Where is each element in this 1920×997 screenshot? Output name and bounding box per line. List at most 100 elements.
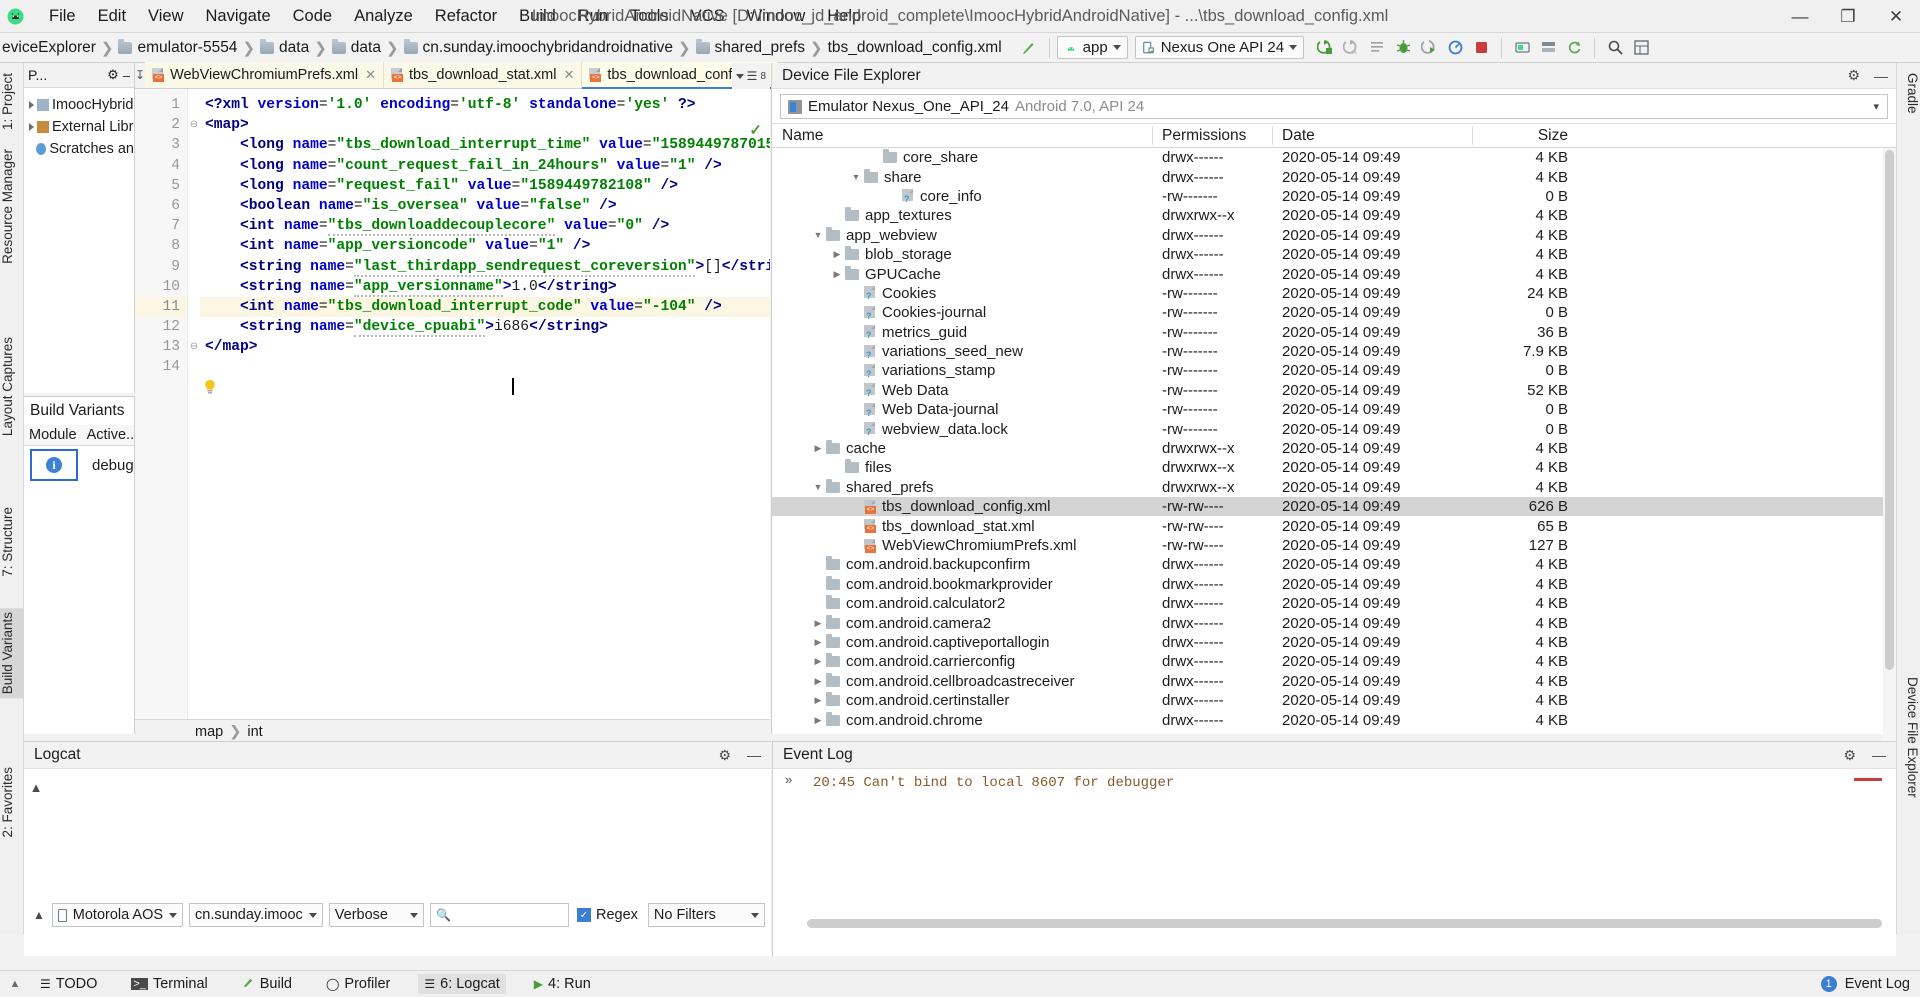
chevron-right-icon[interactable] [829, 249, 845, 260]
project-item-scratches[interactable]: Scratches an [24, 138, 134, 160]
file-row[interactable]: com.android.certinstaller drwx------ 2020-… [772, 691, 1896, 710]
file-row[interactable]: ? core_info -rw------- 2020-05-14 09:49 0 B [772, 187, 1896, 206]
sidebar-item-layout-captures[interactable]: Layout Captures [0, 333, 24, 440]
tab-list-icon[interactable]: ↧ [135, 62, 145, 88]
chevron-down-icon[interactable] [810, 482, 826, 492]
breadcrumb-file[interactable]: tbs_download_config.xml [828, 39, 1002, 57]
logcat-device-selector[interactable]: Motorola AOS [51, 903, 184, 927]
gear-icon[interactable]: ⚙ [1847, 67, 1860, 84]
status-item-todo[interactable]: ☰ TODO [34, 974, 103, 994]
column-header-date[interactable]: Date [1272, 123, 1472, 148]
chevron-right-icon[interactable] [829, 269, 845, 280]
tab-webviewchromiumprefs[interactable]: <> WebViewChromiumPrefs.xml ✕ [145, 62, 384, 88]
expand-icon[interactable]: » [785, 772, 792, 787]
breadcrumb-map[interactable]: map [195, 724, 223, 740]
file-row[interactable]: com.android.camera2 drwx------ 2020-05-14 … [772, 613, 1896, 632]
file-row[interactable]: share drwx------ 2020-05-14 09:49 4 KB [772, 167, 1896, 186]
file-row[interactable]: <> tbs_download_config.xml -rw-rw---- 2020-… [772, 497, 1896, 517]
status-item-build[interactable]: Build [236, 974, 298, 995]
file-row[interactable]: com.android.chrome drwx------ 2020-05-14 0… [772, 710, 1896, 729]
run-with-coverage-icon[interactable]: A [1338, 35, 1364, 61]
build-variant-row[interactable]: i debug [24, 446, 134, 484]
fold-toggle-icon[interactable]: ⊖ [188, 115, 200, 135]
scrollbar-thumb[interactable] [1885, 150, 1894, 670]
close-icon[interactable]: ✕ [365, 67, 376, 83]
fold-toggle-icon[interactable]: ⊖ [188, 337, 200, 357]
status-item-run[interactable]: ▶ 4: Run [528, 974, 597, 994]
file-row[interactable]: core_share drwx------ 2020-05-14 09:49 4 KB [772, 148, 1896, 167]
gear-icon[interactable]: ⚙ [718, 747, 731, 764]
event-log-scrollbar[interactable] [807, 919, 1882, 928]
profiler-icon[interactable] [1442, 35, 1468, 61]
logcat-level-selector[interactable]: Verbose [328, 903, 425, 927]
chevron-down-icon[interactable]: ▾ [1873, 100, 1879, 113]
file-row[interactable]: ? metrics_guid -rw------- 2020-05-14 09:49 3… [772, 323, 1896, 342]
file-row[interactable]: com.android.carrierconfig drwx------ 2020-… [772, 652, 1896, 671]
column-header-permissions[interactable]: Permissions [1152, 123, 1272, 148]
file-row[interactable]: GPUCache drwx------ 2020-05-14 09:49 4 KB [772, 264, 1896, 283]
file-row[interactable]: com.android.calculator2 drwx------ 2020-05… [772, 594, 1896, 613]
file-row[interactable]: app_textures drwxrwx--x 2020-05-14 09:49 4 … [772, 206, 1896, 225]
chevron-right-icon[interactable] [810, 618, 826, 629]
breadcrumb-data-1[interactable]: data [279, 39, 309, 57]
file-table-body[interactable]: core_share drwx------ 2020-05-14 09:49 4 KB… [772, 148, 1896, 743]
gear-icon[interactable]: ⚙ [107, 67, 119, 83]
sync-gradle-icon[interactable] [1561, 35, 1587, 61]
make-project-icon[interactable] [1016, 35, 1042, 61]
avd-manager-icon[interactable] [1509, 35, 1535, 61]
scroll-up-icon[interactable]: ▲ [30, 780, 43, 795]
minimize-panel-icon[interactable]: — [1872, 747, 1886, 763]
collapse-icon[interactable]: – [123, 68, 130, 83]
breadcrumb-data-2[interactable]: data [351, 39, 381, 57]
file-row[interactable]: files drwxrwx--x 2020-05-14 09:49 4 KB [772, 458, 1896, 477]
sidebar-item-favorites[interactable]: 2: Favorites [0, 763, 24, 842]
maximize-button[interactable]: ❐ [1824, 0, 1872, 33]
attach-debugger-icon[interactable] [1416, 35, 1442, 61]
apply-changes-icon[interactable] [1364, 35, 1390, 61]
menu-window[interactable]: Window [736, 4, 817, 29]
breadcrumb-emulator[interactable]: emulator-5554 [137, 39, 237, 57]
menu-view[interactable]: View [137, 4, 194, 29]
chevron-right-icon[interactable] [810, 656, 826, 667]
run-icon[interactable] [1312, 35, 1338, 61]
project-item-module[interactable]: ImoocHybrid [24, 94, 134, 116]
file-row[interactable]: <> WebViewChromiumPrefs.xml -rw-rw---- 2020… [772, 536, 1896, 555]
logcat-process-selector[interactable]: cn.sunday.imooc [189, 903, 323, 927]
breadcrumb-device-explorer[interactable]: eviceExplorer [2, 39, 96, 57]
chevron-right-icon[interactable] [810, 715, 826, 726]
status-item-profiler[interactable]: ◯ Profiler [320, 974, 396, 994]
chevron-right-icon[interactable] [810, 637, 826, 648]
code-editor[interactable]: 1 2 3 4 5 6 7 8 9 10 11 12 13 14 ⊖ ⊖ <?xml version='1.… [135, 89, 770, 734]
minimize-button[interactable]: — [1776, 0, 1824, 33]
file-row[interactable]: com.android.backupconfirm drwx------ 2020-… [772, 555, 1896, 574]
file-row[interactable]: cache drwxrwx--x 2020-05-14 09:49 4 KB [772, 439, 1896, 458]
gear-icon[interactable]: ⚙ [1843, 747, 1856, 764]
stop-icon[interactable] [1468, 35, 1494, 61]
status-item-terminal[interactable]: >_ Terminal [125, 974, 213, 994]
logcat-filter-selector[interactable]: No Filters [647, 903, 765, 927]
menu-run[interactable]: Run [567, 4, 619, 29]
sidebar-item-device-file-explorer[interactable]: Device File Explorer [1896, 673, 1920, 802]
file-row[interactable]: ? Web Data -rw------- 2020-05-14 09:49 52 KB [772, 381, 1896, 400]
chevron-right-icon[interactable] [810, 443, 826, 454]
file-row[interactable]: com.android.captiveportallogin drwx------… [772, 633, 1896, 652]
device-selector-combo[interactable]: Emulator Nexus_One_API_24 Android 7.0, A… [780, 94, 1888, 119]
file-row[interactable]: com.android.cellbroadcastreceiver drwx---… [772, 672, 1896, 691]
breadcrumb-int[interactable]: int [247, 724, 262, 740]
scrollbar-track[interactable] [1883, 148, 1896, 743]
menu-tools[interactable]: Tools [619, 4, 680, 29]
breadcrumb-package[interactable]: cn.sunday.imoochybridandroidnative [423, 39, 673, 57]
menu-navigate[interactable]: Navigate [195, 4, 282, 29]
code-folding-gutter[interactable]: ⊖ ⊖ [188, 89, 200, 734]
file-row[interactable]: ? Web Data-journal -rw------- 2020-05-14 09… [772, 400, 1896, 419]
status-item-event-log[interactable]: Event Log [1845, 976, 1910, 992]
logcat-search-input[interactable]: 🔍 [430, 903, 569, 927]
sidebar-item-resource-manager[interactable]: Resource Manager [0, 145, 24, 268]
menu-code[interactable]: Code [282, 4, 343, 29]
run-configuration-selector[interactable]: app [1056, 36, 1128, 59]
close-button[interactable]: ✕ [1872, 0, 1920, 33]
chevron-down-icon[interactable] [735, 73, 744, 79]
menu-build[interactable]: Build [508, 4, 567, 29]
file-row[interactable]: ? Cookies-journal -rw------- 2020-05-14 09:… [772, 303, 1896, 322]
device-selector[interactable]: Nexus One API 24 [1134, 36, 1305, 59]
